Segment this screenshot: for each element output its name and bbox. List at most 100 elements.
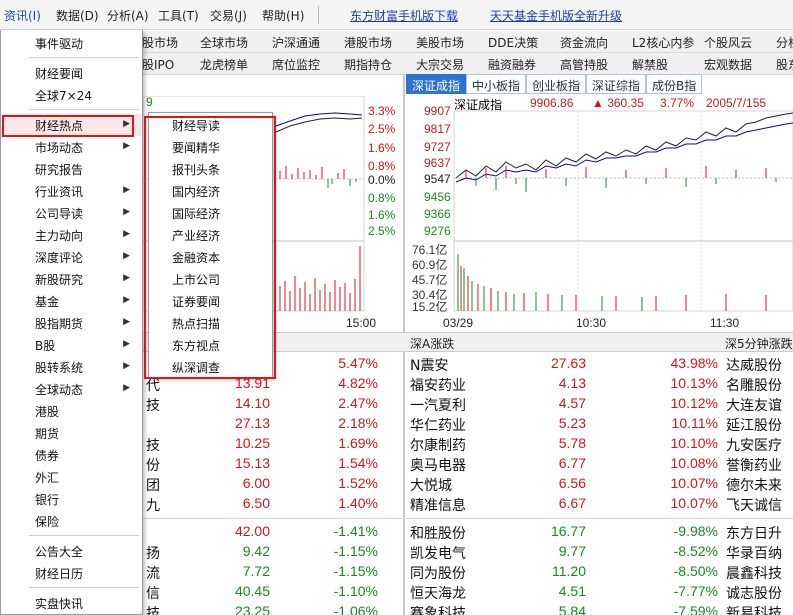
table-row[interactable]: 技 10.25 1.69% [140, 435, 402, 455]
submenu-item-guide[interactable]: 财经导读 [149, 114, 272, 136]
tab-chinext[interactable]: 创业板指 [526, 74, 587, 94]
nav-item[interactable]: 个股风云 [704, 34, 752, 51]
index-intraday-chart[interactable]: 深证成指 9906.86 ▲ 360.35 3.77% 2005/7/155 9… [406, 96, 793, 330]
nav-item[interactable]: 大宗交易 [416, 56, 464, 73]
menu-item-industry[interactable]: 行业资讯 ▶ [1, 180, 142, 202]
table-row[interactable]: 流 7.72 -1.15% [140, 563, 402, 583]
table-row[interactable]: 九 6.50 1.40% [140, 495, 402, 515]
list-item[interactable]: 飞天诚信 [726, 495, 782, 515]
table-row[interactable]: 代 13.91 4.82% [140, 375, 402, 395]
nav-item[interactable]: L2核心内参 [632, 34, 694, 51]
menu-tools[interactable]: 工具(T) [158, 7, 199, 24]
menu-item-news[interactable]: 财经要闻 [1, 62, 142, 84]
table-row[interactable]: 份 15.13 1.54% [140, 455, 402, 475]
nav-item[interactable]: 资金流向 [560, 34, 608, 51]
menu-item-futures[interactable]: 期货 [1, 422, 142, 444]
menu-item-neeq[interactable]: 股转系统 ▶ [1, 356, 142, 378]
mobile-download-link[interactable]: 东方财富手机版下载 [350, 7, 458, 24]
list-item[interactable]: 东方日升 [726, 523, 782, 543]
menu-item-index-futures[interactable]: 股指期货 ▶ [1, 312, 142, 334]
submenu-item-domestic-economy[interactable]: 国内经济 [149, 180, 272, 202]
nav-item[interactable]: 期指持仓 [344, 56, 392, 73]
menu-item-event-driven[interactable]: 事件驱动 [1, 32, 142, 54]
submenu-item-headlines[interactable]: 报刊头条 [149, 158, 272, 180]
nav-item[interactable]: 股IPO [142, 56, 174, 73]
nav-item[interactable]: 股市场 [142, 34, 178, 51]
menu-item-global-7x24[interactable]: 全球7×24 [1, 84, 142, 106]
table-row[interactable]: 同为股份 11.20 -8.50% [406, 563, 726, 583]
submenu-item-intl-economy[interactable]: 国际经济 [149, 202, 272, 224]
table-row[interactable]: 凯发电气 9.77 -8.52% [406, 543, 726, 563]
menu-item-deep-review[interactable]: 深度评论 ▶ [1, 246, 142, 268]
menu-item-insurance[interactable]: 保险 [1, 510, 142, 532]
menu-item-main-force[interactable]: 主力动向 ▶ [1, 224, 142, 246]
list-item[interactable]: 达威股份 [726, 355, 782, 375]
table-row[interactable]: 奥马电器 6.77 10.08% [406, 455, 726, 475]
submenu-item-financial-capital[interactable]: 金融资本 [149, 246, 272, 268]
list-item[interactable]: 诚志股份 [726, 583, 782, 603]
tab-sme[interactable]: 中小板指 [466, 74, 527, 94]
menu-info[interactable]: 资讯(I) [4, 7, 41, 24]
menu-help[interactable]: 帮助(H) [262, 7, 304, 24]
table-row[interactable]: 恒天海龙 4.51 -7.77% [406, 583, 726, 603]
nav-item[interactable]: 港股市场 [344, 34, 392, 51]
table-row[interactable]: 和胜股份 16.77 -9.98% [406, 523, 726, 543]
table-row[interactable]: 团 6.00 1.52% [140, 475, 402, 495]
menu-item-announcements[interactable]: 公告大全 [1, 540, 142, 562]
table-row[interactable]: 赛象科技 5.84 -7.59% [406, 603, 726, 615]
menu-item-hot-topics[interactable]: 财经热点 ▶ [1, 114, 142, 136]
list-item[interactable]: 新易科技 [726, 603, 782, 615]
nav-item[interactable]: 席位监控 [272, 56, 320, 73]
menu-item-live-flash[interactable]: 实盘快讯 [1, 592, 142, 614]
menu-trade[interactable]: 交易(J) [210, 7, 247, 24]
tab-szci[interactable]: 深证成指 [406, 74, 467, 94]
menu-item-banks[interactable]: 银行 [1, 488, 142, 510]
nav-item[interactable]: 股东 [776, 56, 793, 73]
list-item[interactable]: 名雕股份 [726, 375, 782, 395]
list-item[interactable]: 九安医疗 [726, 435, 782, 455]
submenu-item-securities-news[interactable]: 证券要闻 [149, 290, 272, 312]
nav-item[interactable]: 美股市场 [416, 34, 464, 51]
menu-item-bonds[interactable]: 债券 [1, 444, 142, 466]
fund-app-link[interactable]: 天天基金手机版全新升级 [490, 7, 622, 24]
table-row[interactable]: 扬 9.42 -1.15% [140, 543, 402, 563]
nav-item[interactable]: 高管持股 [560, 56, 608, 73]
nav-item[interactable]: 宏观数据 [704, 56, 752, 73]
table-row[interactable]: 技 23.25 -1.06% [140, 603, 402, 615]
nav-item[interactable]: 解禁股 [632, 56, 668, 73]
table-row[interactable]: 福安药业 4.13 10.13% [406, 375, 726, 395]
table-row[interactable]: 27.13 2.18% [140, 415, 402, 435]
menu-data[interactable]: 数据(D) [56, 7, 99, 24]
menu-item-hk-stocks[interactable]: 港股 [1, 400, 142, 422]
list-item[interactable]: 晨鑫科技 [726, 563, 782, 583]
nav-item[interactable]: DDE决策 [488, 34, 538, 51]
table-row[interactable]: 华仁药业 5.23 10.11% [406, 415, 726, 435]
menu-item-b-shares[interactable]: B股 ▶ [1, 334, 142, 356]
menu-item-calendar[interactable]: 财经日历 [1, 562, 142, 584]
nav-item[interactable]: 龙虎榜单 [200, 56, 248, 73]
submenu-item-industrial-economy[interactable]: 产业经济 [149, 224, 272, 246]
table-row[interactable]: 技 14.10 2.47% [140, 395, 402, 415]
submenu-item-hot-scan[interactable]: 热点扫描 [149, 312, 272, 334]
table-row[interactable]: N震安 27.63 43.98% [406, 355, 726, 375]
menu-item-forex[interactable]: 外汇 [1, 466, 142, 488]
menu-item-market-dynamics[interactable]: 市场动态 ▶ [1, 136, 142, 158]
table-row[interactable]: 尔康制药 5.78 10.10% [406, 435, 726, 455]
tab-szcomp[interactable]: 深证综指 [586, 74, 647, 94]
table-row[interactable]: 42.00 -1.41% [140, 523, 402, 543]
list-item[interactable]: 大连友谊 [726, 395, 782, 415]
menu-item-global-dynamics[interactable]: 全球动态 ▶ [1, 378, 142, 400]
menu-item-fund[interactable]: 基金 ▶ [1, 290, 142, 312]
table-row[interactable]: 大悦城 6.56 10.07% [406, 475, 726, 495]
submenu-item-highlights[interactable]: 要闻精华 [149, 136, 272, 158]
nav-item[interactable]: 融资融券 [488, 56, 536, 73]
menu-analysis[interactable]: 分析(A) [107, 7, 149, 24]
menu-item-company-guide[interactable]: 公司导读 ▶ [1, 202, 142, 224]
list-item[interactable]: 华录百纳 [726, 543, 782, 563]
submenu-item-deep-investigation[interactable]: 纵深调查 [149, 356, 272, 378]
list-item[interactable]: 誉衡药业 [726, 455, 782, 475]
table-row[interactable]: 精准信息 6.67 10.07% [406, 495, 726, 515]
nav-item[interactable]: 沪深通通 [272, 34, 320, 51]
menu-item-ipo-research[interactable]: 新股研究 ▶ [1, 268, 142, 290]
submenu-item-east-view[interactable]: 东方视点 [149, 334, 272, 356]
